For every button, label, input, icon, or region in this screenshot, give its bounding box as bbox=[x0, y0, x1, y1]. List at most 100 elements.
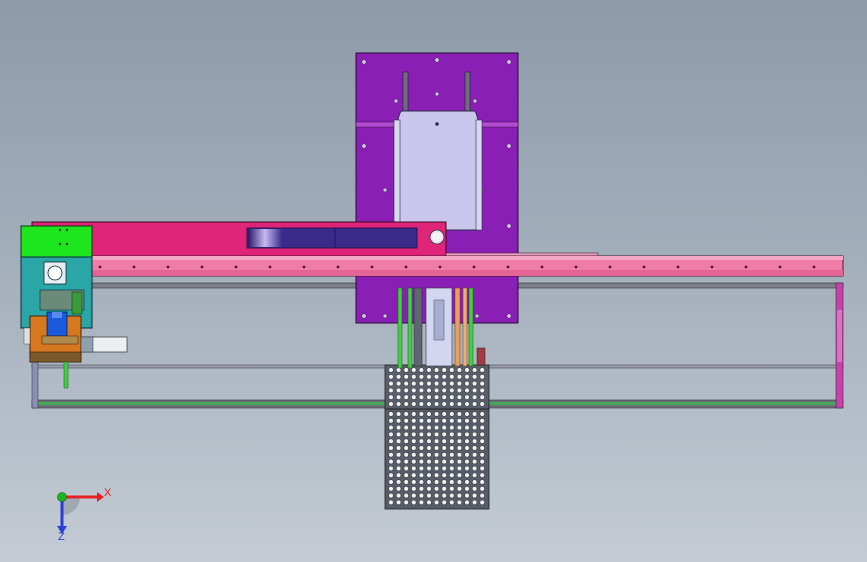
perforation-hole bbox=[434, 374, 440, 380]
perforation-hole bbox=[456, 452, 462, 458]
perforation-hole bbox=[449, 425, 455, 431]
rail-bolt bbox=[744, 265, 748, 269]
rail-bolt bbox=[540, 265, 544, 269]
perforation-hole bbox=[396, 418, 402, 424]
perforation-hole bbox=[441, 367, 447, 373]
perforation-hole bbox=[426, 387, 432, 393]
perforation-hole bbox=[388, 445, 394, 451]
perforation-hole bbox=[456, 472, 462, 478]
perforation-hole bbox=[396, 479, 402, 485]
perforation-hole bbox=[456, 401, 462, 407]
perforation-hole bbox=[472, 367, 478, 373]
perforation-hole bbox=[441, 438, 447, 444]
perforation-hole bbox=[449, 465, 455, 471]
perforation-hole bbox=[403, 394, 409, 400]
perforation-hole bbox=[418, 387, 424, 393]
perforation-hole bbox=[434, 445, 440, 451]
perforation-hole bbox=[418, 381, 424, 387]
perforation-hole bbox=[411, 401, 417, 407]
perforation-hole bbox=[396, 374, 402, 380]
perforation-hole bbox=[396, 465, 402, 471]
perforation-hole bbox=[434, 452, 440, 458]
perforation-hole bbox=[449, 459, 455, 465]
perforation-hole bbox=[479, 411, 485, 417]
perforation-hole bbox=[388, 367, 394, 373]
perforation-hole bbox=[456, 438, 462, 444]
rail-bolt bbox=[778, 265, 782, 269]
perforation-hole bbox=[472, 486, 478, 492]
perforation-hole bbox=[426, 411, 432, 417]
perforation-hole bbox=[464, 452, 470, 458]
perforation-hole bbox=[449, 401, 455, 407]
perforation-hole bbox=[449, 452, 455, 458]
cad-viewport[interactable]: X Z bbox=[0, 0, 867, 562]
perforation-hole bbox=[456, 499, 462, 505]
rail-bolt bbox=[234, 265, 238, 269]
perforation-hole bbox=[472, 445, 478, 451]
perforation-hole bbox=[403, 499, 409, 505]
perforation-hole bbox=[388, 486, 394, 492]
perforation-hole bbox=[388, 381, 394, 387]
perforation-hole bbox=[411, 459, 417, 465]
perforated-block bbox=[384, 364, 490, 510]
rail-bolt bbox=[710, 265, 714, 269]
perforation-hole bbox=[396, 493, 402, 499]
perforation-hole bbox=[449, 381, 455, 387]
perforation-hole bbox=[426, 465, 432, 471]
rail-bolt bbox=[336, 265, 340, 269]
perforation-hole bbox=[464, 465, 470, 471]
perforation-hole bbox=[396, 472, 402, 478]
perforation-hole bbox=[403, 445, 409, 451]
perforation-hole bbox=[403, 459, 409, 465]
perforation-hole bbox=[396, 499, 402, 505]
perforation-hole bbox=[479, 367, 485, 373]
perforation-hole bbox=[464, 445, 470, 451]
rail-bolt bbox=[98, 265, 102, 269]
perforation-hole bbox=[426, 445, 432, 451]
perforation-hole bbox=[418, 465, 424, 471]
perforation-hole bbox=[403, 381, 409, 387]
perforation-hole bbox=[456, 431, 462, 437]
perforation-hole bbox=[426, 367, 432, 373]
perforation-hole bbox=[411, 452, 417, 458]
perforation-hole bbox=[464, 411, 470, 417]
perforation-hole bbox=[456, 486, 462, 492]
perforation-hole bbox=[403, 479, 409, 485]
perforation-hole bbox=[479, 418, 485, 424]
perforation-hole bbox=[426, 394, 432, 400]
perforation-hole bbox=[411, 387, 417, 393]
perforation-hole bbox=[418, 401, 424, 407]
perforation-hole bbox=[449, 486, 455, 492]
perforation-hole bbox=[472, 438, 478, 444]
perforation-hole bbox=[434, 479, 440, 485]
perforation-hole bbox=[464, 499, 470, 505]
perforation-hole bbox=[441, 459, 447, 465]
vertical-tubes bbox=[397, 287, 486, 369]
perforation-hole bbox=[403, 465, 409, 471]
perforation-hole bbox=[396, 486, 402, 492]
perforation-hole bbox=[464, 394, 470, 400]
perforation-hole bbox=[411, 445, 417, 451]
perforation-hole bbox=[456, 387, 462, 393]
perforation-hole bbox=[479, 401, 485, 407]
perforation-hole bbox=[411, 438, 417, 444]
perforation-hole bbox=[388, 452, 394, 458]
perforation-hole bbox=[472, 425, 478, 431]
perforation-hole bbox=[418, 486, 424, 492]
perforation-hole bbox=[411, 374, 417, 380]
perforation-hole bbox=[464, 367, 470, 373]
perforation-hole bbox=[479, 445, 485, 451]
perforation-hole bbox=[449, 394, 455, 400]
rail-bolt bbox=[370, 265, 374, 269]
perforation-hole bbox=[464, 493, 470, 499]
perforation-hole bbox=[479, 459, 485, 465]
perforation-hole bbox=[441, 374, 447, 380]
perforation-hole bbox=[449, 367, 455, 373]
perforation-hole bbox=[411, 381, 417, 387]
perforation-hole bbox=[396, 431, 402, 437]
perforation-hole bbox=[479, 499, 485, 505]
perforation-hole bbox=[456, 445, 462, 451]
perforation-hole bbox=[464, 459, 470, 465]
perforation-hole bbox=[418, 479, 424, 485]
perforation-hole bbox=[426, 425, 432, 431]
